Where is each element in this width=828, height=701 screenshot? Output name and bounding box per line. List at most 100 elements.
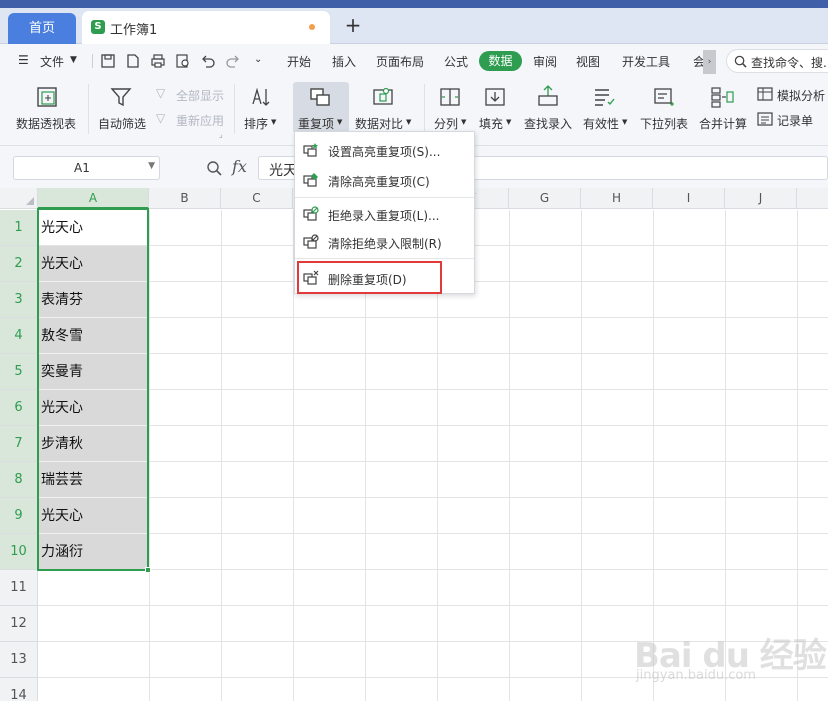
validity-icon [595, 89, 615, 106]
menu-item-label: 设置高亮重复项(S)... [328, 145, 441, 159]
fill-down-icon [485, 88, 505, 106]
insert-function-icon[interactable]: fx [232, 157, 247, 176]
consolidate-icon [711, 87, 734, 108]
hamburger-icon[interactable]: ☰ [18, 53, 29, 67]
menu-review[interactable]: 审阅 [533, 53, 557, 70]
row-header[interactable]: 1 [0, 210, 38, 246]
show-all-label: 全部显示 [176, 89, 225, 103]
save-icon[interactable] [100, 53, 116, 69]
menu-file[interactable]: 文件 [40, 53, 64, 70]
document-name: 工作簿1 [110, 23, 158, 38]
validity-button[interactable]: 有效性 ▼ [581, 78, 631, 138]
fill-handle[interactable] [145, 567, 151, 573]
duplicates-button[interactable]: 重复项 ▼ [293, 82, 349, 133]
split-column-button[interactable]: 分列 ▼ [430, 78, 470, 138]
menu-formulas[interactable]: 公式 [444, 53, 468, 70]
pivot-table-button[interactable]: 数据透视表 [14, 78, 80, 138]
sort-icon [252, 87, 270, 106]
zoom-icon[interactable] [206, 160, 222, 176]
row-header[interactable]: 3 [0, 282, 38, 318]
menu-page-layout[interactable]: 页面布局 [376, 53, 424, 70]
row-header[interactable]: 8 [0, 462, 38, 498]
new-tab-button[interactable]: + [344, 14, 362, 36]
fill-button[interactable]: 填充 ▼ [475, 78, 517, 138]
row-header[interactable]: 5 [0, 354, 38, 390]
tab-home[interactable]: 首页 [8, 13, 76, 44]
print-preview-icon[interactable] [175, 53, 191, 69]
undo-icon[interactable] [200, 53, 216, 69]
column-header[interactable]: J [725, 188, 797, 209]
divider [234, 84, 235, 134]
row-header[interactable]: 14 [0, 678, 38, 701]
divider [424, 84, 425, 134]
grid-line [38, 533, 828, 534]
autofilter-button[interactable]: 自动筛选 [96, 78, 148, 138]
row-header[interactable]: 12 [0, 606, 38, 642]
row-header[interactable]: 10 [0, 534, 38, 570]
watermark-url: jingyan.baidu.com [636, 668, 756, 683]
duplicates-label: 重复项 [298, 117, 335, 131]
select-all-corner[interactable] [0, 188, 38, 209]
dropdown-list-button[interactable]: 下拉列表 [638, 78, 690, 138]
row-header[interactable]: 11 [0, 570, 38, 606]
filter-settings-icon[interactable]: ⌟ [219, 130, 223, 139]
column-header[interactable]: H [581, 188, 653, 209]
what-if-analysis-button[interactable]: 模拟分析 [757, 86, 828, 104]
baidu-jingyan-watermark: Bai du 经验 jingyan.baidu.com [634, 628, 828, 688]
data-compare-button[interactable]: 数据对比 ▼ [353, 78, 417, 138]
window-top-edge [0, 0, 828, 8]
row-header[interactable]: 13 [0, 642, 38, 678]
fill-label: 填充 [479, 117, 504, 131]
row-header[interactable]: 6 [0, 390, 38, 426]
row-header[interactable]: 7 [0, 426, 38, 462]
column-header[interactable] [797, 188, 828, 209]
row-header[interactable]: 2 [0, 246, 38, 282]
menu-item-clear-highlight[interactable]: 清除高亮重复项(C) [295, 165, 474, 195]
row-header[interactable]: 4 [0, 318, 38, 354]
reapply-button[interactable]: ▽ 重新应用 [156, 111, 228, 129]
chevron-down-icon: ▼ [337, 118, 343, 126]
spreadsheet-icon: S [91, 20, 105, 34]
menu-start[interactable]: 开始 [287, 53, 311, 70]
print-icon[interactable] [150, 53, 166, 69]
chevron-down-icon: ▼ [622, 118, 628, 126]
grid-line [509, 210, 510, 701]
record-form-button[interactable]: 记录单 [757, 111, 828, 129]
menu-item-highlight-duplicates[interactable]: 设置高亮重复项(S)... [295, 135, 474, 165]
what-if-icon [757, 87, 773, 101]
menu-scroll-right-button[interactable]: › [703, 50, 716, 74]
customize-toolbar-icon[interactable]: ⌄ [254, 54, 262, 65]
consolidate-button[interactable]: 合并计算 [697, 78, 749, 138]
column-header[interactable]: B [149, 188, 221, 209]
chevron-down-icon[interactable]: ▼ [70, 55, 77, 65]
column-header[interactable]: C [221, 188, 293, 209]
column-header[interactable]: G [509, 188, 581, 209]
export-pdf-icon[interactable] [125, 53, 141, 69]
unsaved-indicator [309, 24, 315, 30]
menu-view[interactable]: 视图 [576, 53, 600, 70]
search-icon [734, 55, 747, 68]
tab-document[interactable]: S 工作簿1 [82, 11, 330, 44]
sort-label: 排序 [244, 117, 269, 131]
column-header[interactable]: I [653, 188, 725, 209]
lookup-entry-button[interactable]: 查找录入 [522, 78, 574, 138]
show-all-button[interactable]: ▽ 全部显示 [156, 86, 228, 104]
redo-icon[interactable] [225, 53, 241, 69]
menu-developer[interactable]: 开发工具 [622, 53, 670, 70]
menu-item-reject-duplicates[interactable]: 拒绝录入重复项(L)... [295, 199, 474, 229]
menu-item-clear-reject-limit[interactable]: 清除拒绝录入限制(R) [295, 227, 474, 257]
data-compare-icon [373, 87, 393, 105]
column-header[interactable]: A [38, 188, 149, 209]
sort-button[interactable]: 排序 ▼ [240, 78, 284, 138]
highlight-annotation-box [297, 261, 442, 294]
clear-reject-limit-icon [303, 234, 319, 249]
chevron-down-icon: ▼ [461, 118, 467, 126]
command-search-input[interactable]: 查找命令、搜... [726, 49, 828, 73]
menu-data[interactable]: 数据 [479, 51, 522, 71]
name-box[interactable]: A1 ▼ [13, 156, 160, 180]
search-placeholder: 查找命令、搜... [751, 56, 828, 70]
divider [92, 54, 93, 68]
what-if-label: 模拟分析 [777, 89, 826, 103]
row-header[interactable]: 9 [0, 498, 38, 534]
menu-insert[interactable]: 插入 [332, 53, 356, 70]
